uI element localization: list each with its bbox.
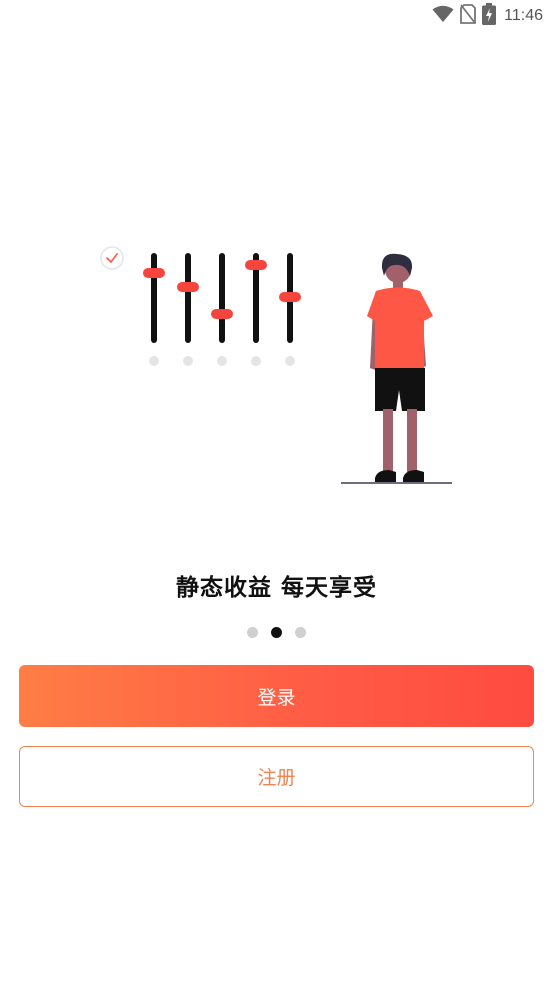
page-dot-2-active[interactable]	[271, 627, 282, 638]
onboarding-slogan: 静态收益 每天享受	[175, 575, 377, 601]
equalizer-sliders	[143, 253, 301, 366]
onboarding-illustration	[100, 246, 452, 484]
person-figure	[341, 253, 452, 484]
login-button[interactable]: 登录	[19, 665, 534, 727]
page-dot-3[interactable]	[295, 627, 306, 638]
page-dot-1[interactable]	[247, 627, 258, 638]
register-button[interactable]: 注册	[19, 746, 534, 807]
page-indicator	[0, 627, 553, 638]
check-circle-icon	[100, 246, 124, 270]
